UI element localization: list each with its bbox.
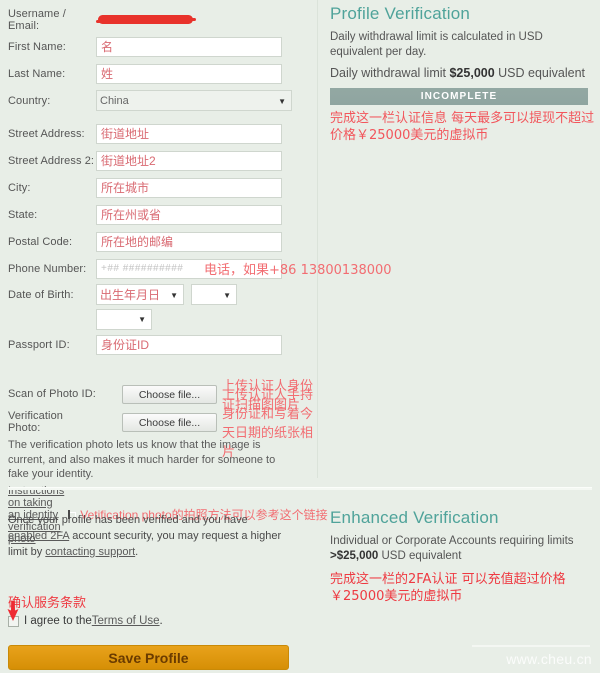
passport-id-input[interactable] [96, 334, 282, 355]
status-badge: INCOMPLETE [330, 88, 588, 105]
limit-prefix: Daily withdrawal limit [330, 66, 450, 80]
save-profile-button[interactable]: Save Profile [8, 645, 289, 670]
agree-text-2: . [159, 615, 163, 627]
last-name-input[interactable] [96, 63, 282, 84]
profile-verification-limit: Daily withdrawal limit $25,000 USD equiv… [330, 66, 594, 81]
form-row-username-email: Username / Email: [8, 6, 309, 33]
redacted-email-value [95, 14, 197, 26]
dob-day-select-wrap[interactable]: 出生年月日 ▼ [96, 284, 184, 305]
form-row-city: City: [8, 174, 309, 201]
enhanced-verification-title: Enhanced Verification [330, 508, 499, 527]
enhanced-verification-panel: Enhanced Verification Individual or Corp… [330, 508, 600, 605]
watermark-line [472, 645, 590, 647]
watermark: www.cheu.cn [506, 651, 592, 667]
form-row-passport-id: Passport ID: [8, 331, 309, 358]
terms-annotation: 确认服务条款 [8, 596, 87, 611]
street-address-input[interactable] [96, 123, 282, 144]
label-street-address-2: Street Address 2: [8, 154, 95, 167]
scan-photo-id-choose-file-button[interactable]: Choose file... [122, 384, 217, 404]
verification-photo-button-wrap: Choose file... [96, 412, 217, 432]
dob-month-select[interactable] [191, 284, 237, 305]
dob-year-select-wrap[interactable]: ▼ [96, 308, 152, 330]
country-select-wrap[interactable]: China ▼ [96, 90, 292, 111]
profile-verification-panel: Profile Verification Daily withdrawal li… [330, 0, 600, 144]
upgrade-text-3: . [135, 546, 139, 558]
enhanced-desc-suffix: USD equivalent [378, 550, 462, 562]
form-row-first-name: First Name: [8, 33, 309, 60]
country-select[interactable]: China [96, 90, 292, 111]
phone-annotation: 电话，如果+86 13800138000 [204, 263, 392, 278]
label-last-name: Last Name: [8, 67, 66, 80]
enhanced-desc-prefix: Individual or Corporate Accounts requiri… [330, 535, 574, 547]
label-date-of-birth: Date of Birth: [8, 288, 74, 301]
label-first-name: First Name: [8, 40, 66, 53]
profile-verification-page: Username / Email: First Name: Last Name:… [0, 0, 600, 673]
label-postal-code: Postal Code: [8, 235, 73, 248]
postal-code-input[interactable] [96, 231, 282, 252]
label-country: Country: [8, 94, 51, 107]
form-row-state: State: [8, 201, 309, 228]
form-row-country: Country: China ▼ [8, 87, 309, 114]
dob-day-select[interactable]: 出生年月日 [96, 284, 184, 305]
label-verification-photo: Verification Photo: [8, 410, 64, 434]
agree-terms-row: I agree to the Terms of Use. [8, 615, 309, 627]
enhanced-verification-annotation: 完成这一栏的2FA认证 可以充值超过价格￥25000美元的虚拟币 [330, 572, 566, 604]
enabled-2fa-link[interactable]: enabled 2FA [8, 530, 69, 542]
scan-photo-id-button-wrap: Choose file... [96, 384, 217, 404]
form-row-verification-photo: Verification Photo: Choose file... 上传认证人… [8, 388, 313, 460]
enhanced-limit-amount: >$25,000 [330, 550, 379, 562]
dob-year-select[interactable] [96, 308, 152, 330]
form-row-date-of-birth-year: ▼ [8, 307, 309, 331]
upgrade-limit-section: Once your profile has been verified and … [0, 512, 317, 627]
upgrade-text-1: Once your profile has been verified and … [8, 514, 248, 526]
section-divider [8, 487, 592, 490]
form-row-street-address-2: Street Address 2: [8, 147, 309, 174]
column-divider [317, 0, 318, 478]
limit-suffix: USD equivalent [494, 66, 585, 80]
label-state: State: [8, 208, 38, 221]
profile-verification-description: Daily withdrawal limit is calculated in … [330, 31, 543, 58]
label-username-email: Username / Email: [8, 7, 66, 32]
profile-form: Username / Email: First Name: Last Name:… [0, 0, 392, 545]
verification-photo-choose-file-button[interactable]: Choose file... [122, 412, 217, 432]
label-city: City: [8, 181, 31, 194]
label-phone-number: Phone Number: [8, 262, 87, 275]
form-row-street-address: Street Address: [8, 120, 309, 147]
label-street-address: Street Address: [8, 127, 85, 140]
upgrade-limit-text: Once your profile has been verified and … [8, 512, 288, 560]
form-row-date-of-birth: Date of Birth: 出生年月日 ▼ ▼ [8, 282, 309, 307]
street-address-2-input[interactable] [96, 150, 282, 171]
form-row-postal-code: Postal Code: [8, 228, 309, 255]
form-row-last-name: Last Name: [8, 60, 309, 87]
annotation-arrow-icon [7, 601, 19, 621]
terms-of-use-link[interactable]: Terms of Use [92, 615, 160, 627]
contacting-support-link[interactable]: contacting support [45, 546, 135, 558]
agree-text-1: I agree to the [24, 615, 92, 627]
state-input[interactable] [96, 204, 282, 225]
limit-amount: $25,000 [449, 66, 495, 80]
verification-photo-annotation: 上传认证人手持身份证和写着今天日期的纸张相片 [222, 388, 314, 460]
label-passport-id: Passport ID: [8, 338, 70, 351]
city-input[interactable] [96, 177, 282, 198]
label-scan-photo-id: Scan of Photo ID: [8, 388, 96, 400]
dob-month-select-wrap[interactable]: ▼ [191, 284, 237, 305]
first-name-input[interactable] [96, 36, 282, 57]
profile-verification-title: Profile Verification [330, 4, 471, 23]
form-row-phone-number: Phone Number: 电话，如果+86 13800138000 [8, 255, 392, 282]
enhanced-verification-description: Individual or Corporate Accounts requiri… [330, 534, 580, 564]
profile-verification-annotation: 完成这一栏认证信息 每天最多可以提现不超过价格￥25000美元的虚拟币 [330, 111, 595, 143]
